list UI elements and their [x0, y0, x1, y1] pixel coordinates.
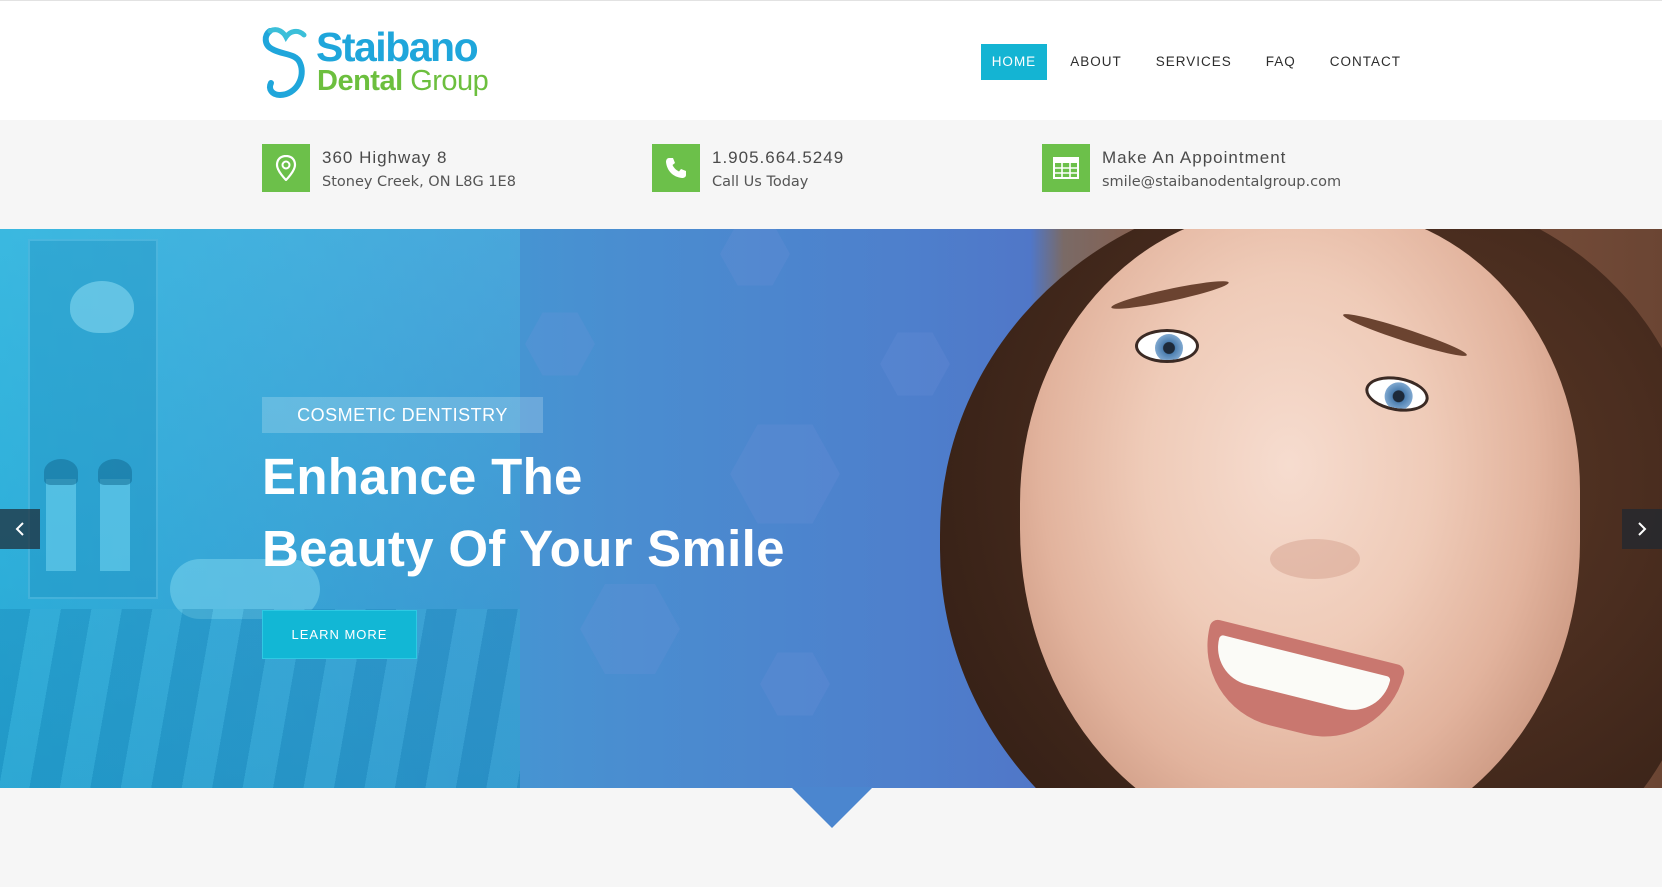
chevron-left-icon — [15, 522, 24, 536]
tooth-logo-icon — [262, 27, 307, 99]
appointment-title: Make An Appointment — [1102, 148, 1287, 167]
portrait-brow — [1341, 309, 1469, 361]
learn-more-button[interactable]: LEARN MORE — [262, 610, 417, 659]
portrait-mouth — [1190, 618, 1406, 754]
logo-text-line1: Staibano — [316, 24, 479, 70]
portrait-brow — [1110, 276, 1230, 314]
chevron-right-icon — [1638, 522, 1647, 536]
hero-title-line1: Enhance The — [262, 448, 583, 505]
phone-icon[interactable] — [652, 144, 700, 192]
room-vase — [44, 459, 78, 571]
map-pin-icon — [262, 144, 310, 192]
address-line1: 360 Highway 8 — [322, 148, 448, 167]
nav-about[interactable]: ABOUT — [1059, 44, 1133, 80]
hero-down-pointer — [791, 787, 873, 828]
logo-text-line2: Dental Group — [317, 65, 489, 97]
portrait-iris — [1382, 380, 1415, 413]
portrait-iris — [1155, 334, 1183, 360]
decor-hexagon — [720, 229, 790, 286]
address-line2: Stoney Creek, ON L8G 1E8 — [322, 174, 516, 190]
slider-prev-button[interactable] — [0, 509, 40, 549]
phone-caption: Call Us Today — [712, 174, 809, 190]
decor-hexagon — [760, 652, 830, 716]
logo[interactable]: Staibano Dental Group — [262, 25, 494, 99]
room-lamp — [70, 281, 134, 333]
appointment-email[interactable]: smile@staibanodentalgroup.com — [1102, 174, 1341, 190]
nav-faq[interactable]: FAQ — [1255, 44, 1307, 80]
phone-number[interactable]: 1.905.664.5249 — [712, 148, 844, 168]
contact-info-bar: 360 Highway 8 Stoney Creek, ON L8G 1E8 1… — [0, 120, 1662, 229]
room-floor — [0, 609, 520, 788]
nav-contact[interactable]: CONTACT — [1319, 44, 1412, 80]
portrait-face — [1020, 229, 1580, 788]
portrait-eye — [1135, 329, 1199, 363]
slider-next-button[interactable] — [1622, 509, 1662, 549]
portrait-eye — [1362, 371, 1432, 417]
smiling-woman-photo — [870, 229, 1662, 788]
site-header: Staibano Dental Group HOME ABOUT SERVICE… — [0, 0, 1662, 120]
decor-hexagon — [580, 584, 680, 674]
logo-text-dental: Dental — [317, 65, 403, 97]
hero-title: Enhance The Beauty Of Your Smile — [262, 441, 785, 585]
room-vase — [98, 459, 132, 571]
portrait-teeth — [1209, 634, 1391, 718]
portrait-nose — [1270, 539, 1360, 579]
decor-hexagon — [525, 312, 595, 376]
main-nav: HOME ABOUT SERVICES FAQ CONTACT — [969, 44, 1412, 80]
hero-category-tag: COSMETIC DENTISTRY — [262, 397, 543, 433]
hero-title-line2: Beauty Of Your Smile — [262, 520, 785, 577]
logo-text-group: Group — [410, 65, 489, 97]
nav-services[interactable]: SERVICES — [1145, 44, 1243, 80]
calendar-icon — [1042, 144, 1090, 192]
nav-home[interactable]: HOME — [980, 44, 1048, 80]
hero-slider: COSMETIC DENTISTRY Enhance The Beauty Of… — [0, 229, 1662, 788]
